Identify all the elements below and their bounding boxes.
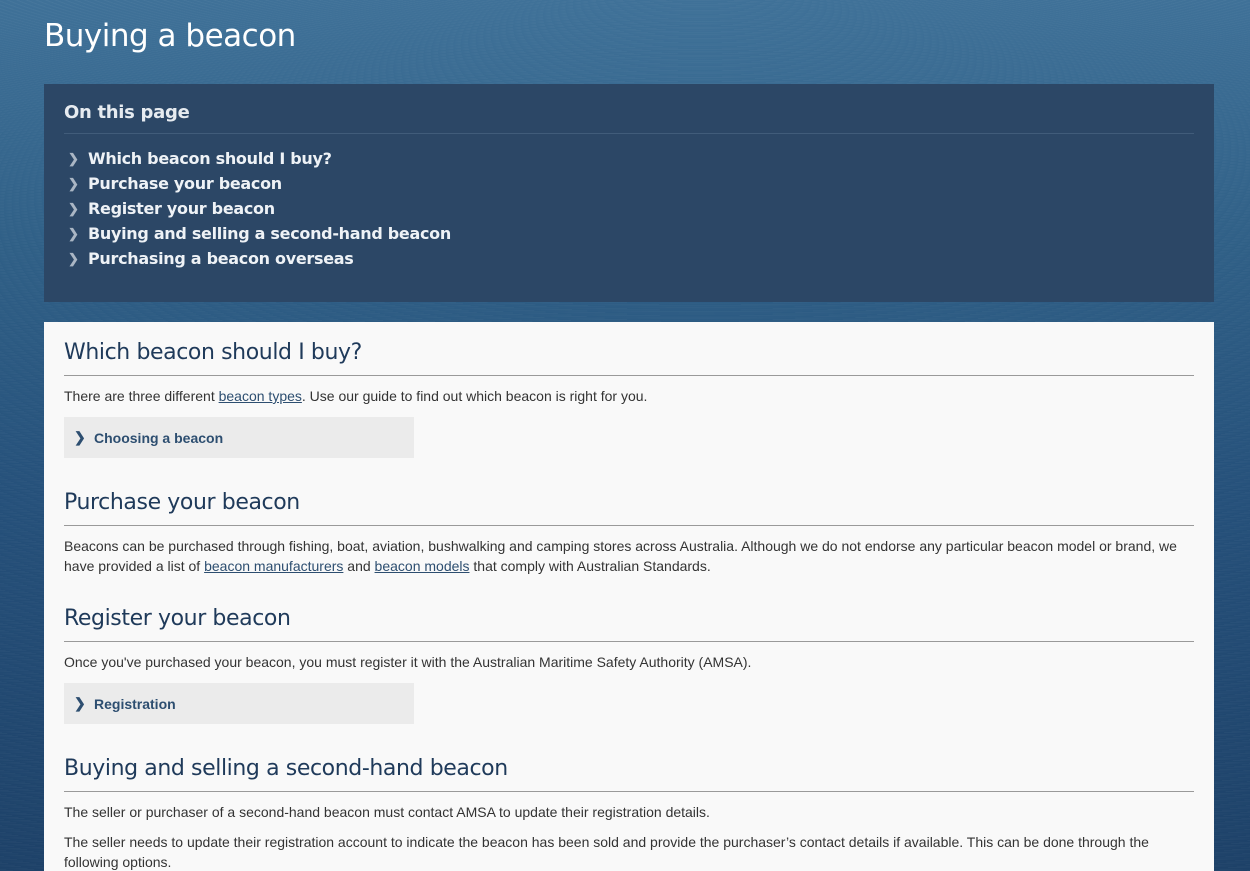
main-content: Which beacon should I buy? There are thr…: [44, 322, 1214, 871]
beacon-models-link[interactable]: beacon models: [375, 558, 470, 574]
beacon-manufacturers-link[interactable]: beacon manufacturers: [204, 558, 343, 574]
accordion-label: Choosing a beacon: [94, 429, 224, 446]
chevron-right-icon: ❯: [74, 695, 86, 711]
chevron-right-icon: ❯: [68, 200, 79, 216]
toc-link-register[interactable]: Register your beacon: [88, 199, 275, 218]
section-heading: Purchase your beacon: [64, 490, 1194, 526]
toc-title: On this page: [64, 102, 1194, 134]
paragraph-text: that comply with Australian Standards.: [469, 558, 711, 574]
toc-item[interactable]: ❯ Purchasing a beacon overseas: [68, 246, 1194, 271]
chevron-right-icon: ❯: [68, 225, 79, 241]
paragraph: The seller or purchaser of a second-hand…: [64, 804, 710, 820]
paragraph-text: . Use our guide to find out which beacon…: [301, 388, 648, 404]
paragraph: The seller needs to update their registr…: [64, 834, 1149, 870]
toc-item[interactable]: ❯ Register your beacon: [68, 196, 1194, 221]
section-which-beacon: Which beacon should I buy? There are thr…: [64, 340, 1194, 458]
section-heading: Buying and selling a second-hand beacon: [64, 756, 1194, 792]
toc-link-which-beacon[interactable]: Which beacon should I buy?: [88, 149, 332, 168]
toc-link-second-hand[interactable]: Buying and selling a second-hand beacon: [88, 224, 451, 243]
accordion-label: Registration: [94, 695, 176, 712]
section-heading: Which beacon should I buy?: [64, 340, 1194, 376]
chevron-right-icon: ❯: [74, 429, 86, 445]
section-heading: Register your beacon: [64, 606, 1194, 642]
section-purchase: Purchase your beacon Beacons can be purc…: [64, 490, 1194, 576]
page-title: Buying a beacon: [44, 18, 296, 54]
toc-item[interactable]: ❯ Buying and selling a second-hand beaco…: [68, 221, 1194, 246]
toc-item[interactable]: ❯ Purchase your beacon: [68, 171, 1194, 196]
registration-accordion[interactable]: ❯ Registration: [64, 683, 414, 724]
paragraph-text: There are three different: [64, 388, 219, 404]
paragraph-text: and: [343, 558, 375, 574]
toc-link-purchase[interactable]: Purchase your beacon: [88, 174, 282, 193]
section-second-hand: Buying and selling a second-hand beacon …: [64, 756, 1194, 871]
chevron-right-icon: ❯: [68, 150, 79, 166]
on-this-page-nav: On this page ❯ Which beacon should I buy…: [44, 84, 1214, 302]
toc-link-overseas[interactable]: Purchasing a beacon overseas: [88, 249, 354, 268]
section-register: Register your beacon Once you've purchas…: [64, 606, 1194, 724]
beacon-types-link[interactable]: beacon types: [219, 388, 302, 404]
chevron-right-icon: ❯: [68, 250, 79, 266]
paragraph: Once you've purchased your beacon, you m…: [64, 654, 752, 670]
toc-list: ❯ Which beacon should I buy? ❯ Purchase …: [64, 134, 1194, 271]
paragraph: Beacons can be purchased through fishing…: [64, 536, 1194, 576]
paragraph: There are three different beacon types. …: [64, 386, 1194, 406]
toc-item[interactable]: ❯ Which beacon should I buy?: [68, 146, 1194, 171]
choosing-a-beacon-accordion[interactable]: ❯ Choosing a beacon: [64, 417, 414, 458]
chevron-right-icon: ❯: [68, 175, 79, 191]
